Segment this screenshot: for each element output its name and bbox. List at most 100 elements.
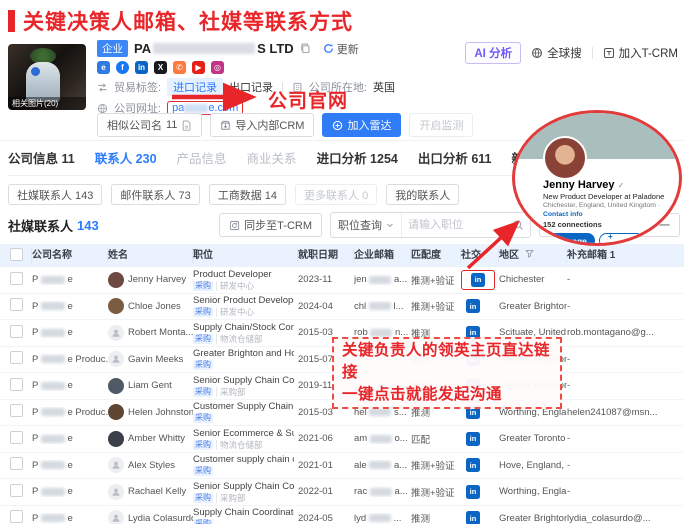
email-post: ... <box>393 513 401 524</box>
person-icon <box>111 460 121 470</box>
company-social-icons: efin X ✆ ▶ ◎ <box>97 61 395 74</box>
x-icon[interactable]: X <box>154 61 167 74</box>
row-checkbox[interactable] <box>10 510 23 523</box>
row-checkbox[interactable] <box>10 272 23 285</box>
start-date: 2022-01 <box>298 486 354 497</box>
row-checkbox[interactable] <box>10 484 23 497</box>
row-checkbox[interactable] <box>10 298 23 311</box>
global-search-button[interactable]: 全球搜 <box>531 45 582 61</box>
subtab-4[interactable]: 我的联系人 <box>386 184 459 205</box>
import-crm-button[interactable]: 导入内部CRM <box>210 113 314 137</box>
export-record-tag[interactable]: 出口记录 <box>229 79 273 95</box>
document-icon <box>181 120 192 131</box>
join-radar-button[interactable]: 加入雷达 <box>322 113 401 137</box>
start-date: 2024-05 <box>298 513 354 524</box>
linkedin-icon[interactable]: in <box>466 485 480 499</box>
col-name: 姓名 <box>108 248 193 263</box>
sync-tcrm-button[interactable]: 同步至T-CRM <box>219 213 322 237</box>
table-row-9[interactable]: P e Lydia Colasurdo Supply Chain Coordin… <box>0 506 684 524</box>
select-all-checkbox[interactable] <box>10 248 23 261</box>
row-checkbox[interactable] <box>10 325 23 338</box>
row-checkbox[interactable] <box>10 404 23 417</box>
linkedin-icon[interactable]: in <box>466 432 480 446</box>
contact-info-link[interactable]: Contact info <box>543 211 583 218</box>
contact-name: Lydia Colasurdo <box>128 513 193 524</box>
contact-name: Jenny Harvey <box>128 274 186 285</box>
join-tcrm-button[interactable]: 加入T-CRM <box>603 45 678 61</box>
tab-0[interactable]: 公司信息 11 <box>8 148 75 175</box>
monitor-button[interactable]: 开启监测 <box>409 113 473 137</box>
instagram-icon[interactable]: ◎ <box>211 61 224 74</box>
row-checkbox[interactable] <box>10 351 23 364</box>
import-record-tag[interactable]: 进口记录 <box>167 78 223 96</box>
subtab-3[interactable]: 更多联系人 0 <box>295 184 377 205</box>
region: Greater Brighton a... <box>499 301 567 312</box>
col-extra-email: 补充邮箱 1 <box>567 248 684 263</box>
job-tag: 采购 <box>193 413 213 423</box>
social-cell: in <box>461 430 499 448</box>
tab-5[interactable]: 出口分析 611 <box>418 148 492 175</box>
region: Greater Toronto Area <box>499 433 567 444</box>
linkedin-icon[interactable]: in <box>466 511 480 524</box>
row-company-post: e <box>67 433 72 444</box>
phone-icon[interactable]: ✆ <box>173 61 186 74</box>
search-button[interactable] <box>506 219 530 231</box>
job-position-input[interactable] <box>402 219 506 231</box>
profile-banner <box>515 113 679 159</box>
social-cell-box: in <box>461 483 485 501</box>
start-date: 2024-04 <box>298 301 354 312</box>
row-checkbox[interactable] <box>10 457 23 470</box>
linkedin-icon[interactable]: in <box>135 61 148 74</box>
linkedin-icon[interactable]: in <box>466 299 480 313</box>
linkedin-icon[interactable]: in <box>466 458 480 472</box>
row-checkbox[interactable] <box>10 378 23 391</box>
email-post: o... <box>394 433 407 444</box>
similar-companies-button[interactable]: 相似公司名 11 <box>97 113 202 137</box>
ai-analysis-button[interactable]: AI 分析 <box>465 42 521 64</box>
table-header-row: 公司名称 姓名 职位 就职日期 企业邮箱 匹配度 社交 地区 补充邮箱 1 <box>0 244 684 267</box>
tab-2[interactable]: 产品信息 <box>177 148 227 175</box>
table-row-1[interactable]: P e Chloe Jones Senior Product Developer… <box>0 294 684 321</box>
youtube-icon[interactable]: ▶ <box>192 61 205 74</box>
job-query-dropdown[interactable]: 职位查询 <box>331 213 402 237</box>
header-actions: AI 分析 全球搜 加入T-CRM <box>465 42 678 64</box>
website-icon[interactable]: e <box>97 61 110 74</box>
job-dept: 采购部 <box>216 387 246 397</box>
subtab-2[interactable]: 工商数据 14 <box>209 184 286 205</box>
social-cell-box: in <box>461 430 485 448</box>
refresh-action[interactable]: 更新 <box>323 41 359 57</box>
tab-4[interactable]: 进口分析 1254 <box>317 148 398 175</box>
globe-icon <box>97 103 108 114</box>
table-row-6[interactable]: P e Amber Whitty Senior Ecommerce & Supp… <box>0 426 684 453</box>
table-row-7[interactable]: P e Alex Styles Customer supply chain co… <box>0 453 684 480</box>
table-row-8[interactable]: P e Rachael Kelly Senior Supply Chain Co… <box>0 479 684 506</box>
email-pre: chl <box>354 301 366 312</box>
social-cell: in <box>461 509 499 524</box>
copy-icon[interactable] <box>300 43 311 54</box>
subtab-0[interactable]: 社媒联系人 143 <box>8 184 102 205</box>
avatar <box>108 378 124 394</box>
job-dept: 物流仓储部 <box>216 334 263 344</box>
row-company-post: e <box>67 380 72 391</box>
contact-name: Helen Johnstone <box>128 407 193 418</box>
subtab-1[interactable]: 邮件联系人 73 <box>111 184 199 205</box>
email-post: a... <box>394 274 407 285</box>
facebook-icon[interactable]: f <box>116 61 129 74</box>
linkedin-profile-bubble: Jenny Harvey ✓ New Product Developer at … <box>512 110 682 246</box>
filter-funnel-icon[interactable] <box>525 249 534 258</box>
tab-1[interactable]: 联系人 230 <box>95 148 157 176</box>
profile-connections[interactable]: 152 connections <box>543 220 669 230</box>
social-cell-box: in <box>461 456 485 474</box>
tab-3[interactable]: 商业关系 <box>247 148 297 175</box>
company-photo[interactable]: 相关图片(20) <box>8 44 86 110</box>
linkedin-icon[interactable]: in <box>471 273 485 287</box>
contact-name: Amber Whitty <box>128 433 185 444</box>
row-company-pre: P <box>32 486 38 497</box>
row-checkbox[interactable] <box>10 431 23 444</box>
name-cell: Liam Gent <box>108 378 193 394</box>
table-row-0[interactable]: P e Jenny Harvey Product Developer 采购 研发… <box>0 267 684 294</box>
annotation-line2: 一键点击就能发起沟通 <box>342 384 560 406</box>
social-cell: in <box>461 297 499 315</box>
title-cell: Senior Supply Chain Coordinator 采购 采购部 <box>193 375 298 397</box>
page-title-text: 关键决策人邮箱、社媒等联系方式 <box>23 6 353 36</box>
